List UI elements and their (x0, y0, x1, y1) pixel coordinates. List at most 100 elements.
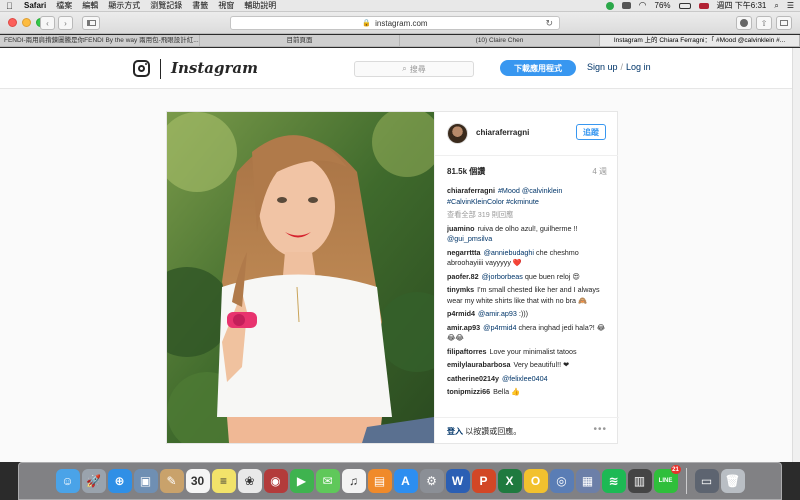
comment-username[interactable]: p4rmid4 (447, 309, 475, 318)
input-source-flag-icon[interactable] (698, 2, 709, 9)
comment-username[interactable]: tinymks (447, 285, 474, 294)
facetime-icon[interactable]: ▶ (289, 469, 314, 493)
post-photo[interactable] (167, 112, 434, 443)
folder-glyph: ▭ (700, 474, 713, 488)
system-preferences-glyph: ⚙ (426, 474, 437, 488)
apple-logo-icon[interactable]:  (6, 1, 16, 11)
line-status-icon[interactable] (605, 1, 614, 10)
share-button[interactable]: ⇧ (756, 16, 772, 30)
wifi-icon[interactable]: ◠ (639, 0, 647, 11)
reload-icon[interactable]: ↻ (545, 18, 553, 29)
app-store-icon[interactable]: A (393, 469, 418, 493)
system-preferences-icon[interactable]: ⚙ (419, 469, 444, 493)
login-link[interactable]: Log in (626, 62, 651, 72)
notes-glyph: ✎ (166, 474, 177, 488)
menu-file[interactable]: 檔案 (56, 0, 72, 11)
close-window-icon[interactable] (8, 18, 17, 27)
messages-icon[interactable]: ✉ (315, 469, 340, 493)
outlook-icon[interactable]: O (523, 469, 548, 493)
safari-icon[interactable]: ⊕ (107, 469, 132, 493)
safari-toolbar: ‹ › 🔒 instagram.com ↻ ⇧ (0, 12, 800, 34)
menu-edit[interactable]: 編輯 (82, 0, 98, 11)
menu-view[interactable]: 顯示方式 (108, 0, 140, 11)
powerpoint-icon[interactable]: P (471, 469, 496, 493)
comment-mention[interactable]: @jorborbeas (482, 272, 523, 281)
spotify-icon[interactable]: ≋ (601, 469, 626, 493)
signup-link[interactable]: Sign up (587, 62, 618, 72)
download-app-button[interactable]: 下載應用程式 (500, 60, 576, 76)
launchpad-icon[interactable]: 🚀 (81, 469, 106, 493)
battery-icon[interactable] (678, 2, 691, 9)
tabs-overview-button[interactable] (776, 16, 792, 30)
search-placeholder: 搜尋 (409, 64, 426, 74)
notification-center-icon[interactable]: ☰ (787, 1, 794, 10)
menu-app-name[interactable]: Safari (24, 1, 46, 10)
comment-username[interactable]: emilylaurabarbosa (447, 360, 511, 369)
post-age[interactable]: 4 週 (592, 166, 607, 177)
tab-fendi[interactable]: FENDI-兩用肩揹鍊圖騰是你FENDI By the way 兩用包-飛眼設計… (0, 35, 200, 46)
network-app-icon[interactable]: ◎ (549, 469, 574, 493)
caption-username[interactable]: chiaraferragni (447, 186, 495, 195)
author-username[interactable]: chiaraferragni (476, 128, 529, 137)
notes-icon[interactable]: ✎ (159, 469, 184, 493)
forward-button[interactable]: › (58, 16, 73, 30)
comment-username[interactable]: filipaftorres (447, 347, 487, 356)
comment-mention[interactable]: @p4rmid4 (483, 323, 516, 332)
menu-window[interactable]: 視窗 (218, 0, 234, 11)
instagram-wordmark[interactable]: Instagram (171, 59, 258, 77)
menu-history[interactable]: 瀏覽記錄 (150, 0, 182, 11)
screen-status-icon[interactable] (621, 2, 631, 9)
back-button[interactable]: ‹ (40, 16, 55, 30)
comment-username[interactable]: catherine0214y (447, 374, 499, 383)
photos-app-icon[interactable]: ❀ (237, 469, 262, 493)
photo-booth-icon[interactable]: ◉ (263, 469, 288, 493)
calendar-icon[interactable]: 30 (185, 469, 210, 493)
menu-help[interactable]: 輔助說明 (244, 0, 276, 11)
comment-mention[interactable]: @anniebudaghi (484, 248, 534, 257)
folder-icon[interactable]: ▭ (694, 469, 719, 493)
likes-count[interactable]: 81.5k 個讚 (447, 166, 485, 177)
virtualbox-icon[interactable]: ▦ (575, 469, 600, 493)
comment-username[interactable]: amir.ap93 (447, 323, 480, 332)
comment-username[interactable]: paofer.82 (447, 272, 479, 281)
finder-icon[interactable]: ☺ (55, 469, 80, 493)
preview-icon[interactable]: ▣ (133, 469, 158, 493)
address-bar[interactable]: 🔒 instagram.com ↻ (230, 16, 560, 30)
search-input[interactable]: ⌕ 搜尋 (354, 61, 474, 77)
notification-badge: 21 (670, 465, 681, 474)
comment-username[interactable]: negarrttta (447, 248, 481, 257)
comment-username[interactable]: tonipmizzi66 (447, 387, 490, 396)
load-more-comments-link[interactable]: 查看全部 319 則回應 (447, 210, 609, 221)
battery-percentage[interactable]: 76% (655, 1, 671, 10)
downloads-button[interactable] (736, 16, 752, 30)
comment-mention[interactable]: @amir.ap93 (478, 309, 517, 318)
excel-icon[interactable]: X (497, 469, 522, 493)
menu-bookmarks[interactable]: 書籤 (192, 0, 208, 11)
tab-instagram[interactable]: Instagram 上的 Chiara Ferragni：「 #Mood @ca… (600, 35, 800, 46)
ibooks-icon[interactable]: ▤ (367, 469, 392, 493)
author-avatar[interactable] (447, 123, 468, 144)
login-prompt-link[interactable]: 登入 (447, 427, 463, 436)
line-icon[interactable]: LINE 21 (653, 465, 681, 493)
stickies-icon[interactable]: ≡ (211, 469, 236, 493)
spotify-glyph: ≋ (608, 474, 619, 488)
follow-button[interactable]: 追蹤 (576, 124, 606, 140)
page-scrollbar[interactable] (792, 48, 800, 462)
comment-mention[interactable]: @felixlee0404 (502, 374, 548, 383)
comment-mention[interactable]: @gui_pmsilva (447, 234, 492, 243)
search-icon: ⌕ (402, 64, 407, 73)
search-icon[interactable]: ⌕ (774, 1, 778, 11)
sidebar-toggle-button[interactable] (82, 16, 100, 30)
itunes-glyph: ♫ (349, 474, 358, 488)
itunes-icon[interactable]: ♫ (341, 469, 366, 493)
word-icon[interactable]: W (445, 469, 470, 493)
instagram-camera-icon[interactable] (133, 60, 150, 77)
clock[interactable]: 週四 下午6:31 (717, 0, 767, 11)
tab-claire-chen[interactable]: (10) Claire Chen (400, 35, 600, 46)
more-options-icon[interactable]: ••• (593, 424, 607, 435)
minimize-window-icon[interactable] (22, 18, 31, 27)
comment-username[interactable]: juamino (447, 224, 475, 233)
trash-icon[interactable]: 🗑 (720, 469, 745, 493)
tab-current-page[interactable]: 目前頁面 (200, 35, 400, 46)
calculator-icon[interactable]: ▥ (627, 469, 652, 493)
